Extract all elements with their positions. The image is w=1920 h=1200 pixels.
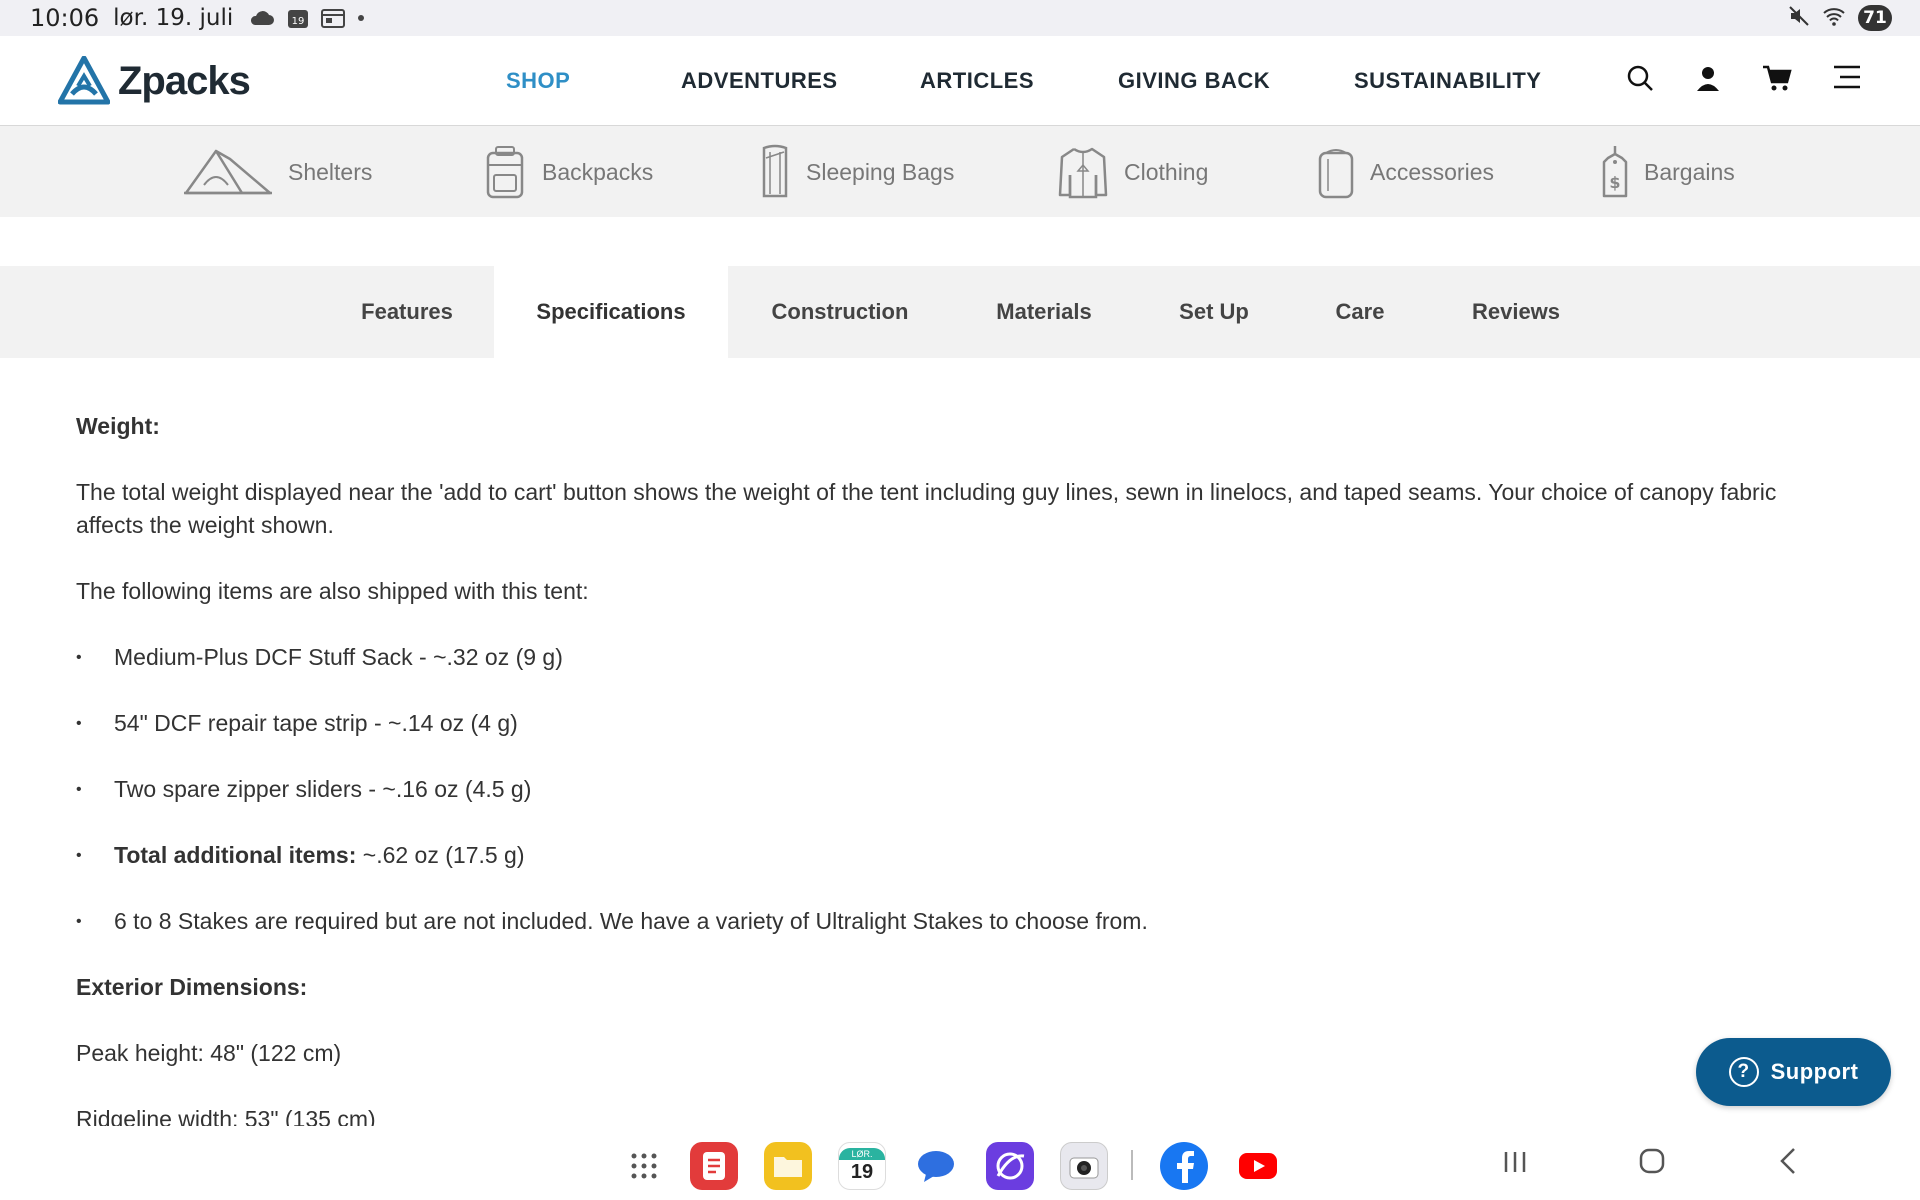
notification-dot-icon bbox=[357, 14, 365, 22]
list-item: Two spare zipper sliders - ~.16 oz (4.5 … bbox=[76, 773, 1816, 806]
jacket-icon bbox=[1058, 147, 1108, 199]
tab-reviews[interactable]: Reviews bbox=[1456, 266, 1576, 358]
taskbar-divider bbox=[1131, 1150, 1133, 1180]
tab-care[interactable]: Care bbox=[1310, 266, 1410, 358]
logo-mark-icon bbox=[58, 56, 110, 105]
android-taskbar: LØR. 19 bbox=[0, 1126, 1920, 1200]
tab-features[interactable]: Features bbox=[320, 266, 494, 358]
mute-icon bbox=[1788, 5, 1810, 31]
logo-text: Zpacks bbox=[118, 58, 251, 103]
weight-description: The total weight displayed near the 'add… bbox=[76, 479, 1777, 538]
category-label: Backpacks bbox=[542, 158, 654, 185]
notes-app-icon[interactable] bbox=[690, 1142, 738, 1190]
cart-icon[interactable] bbox=[1762, 64, 1792, 97]
calendar-day: 19 bbox=[850, 1161, 874, 1183]
support-button[interactable]: ? Support bbox=[1696, 1038, 1891, 1106]
shipped-items-list: Medium-Plus DCF Stuff Sack - ~.32 oz (9 … bbox=[76, 641, 1816, 938]
tab-specifications[interactable]: Specifications bbox=[494, 266, 728, 358]
status-time: 10:06 bbox=[30, 4, 100, 32]
exterior-dimensions-heading: Exterior Dimensions: bbox=[76, 974, 308, 1000]
category-shelters[interactable]: Shelters bbox=[182, 144, 372, 200]
ridgeline-width: Ridgeline width: 53" (135 cm) bbox=[76, 1106, 376, 1126]
calendar-month: LØR. bbox=[839, 1148, 885, 1160]
site-header: Zpacks SHOP ADVENTURES ARTICLES GIVING B… bbox=[0, 36, 1920, 126]
nav-sustainability[interactable]: SUSTAINABILITY bbox=[1354, 68, 1541, 94]
facebook-app-icon[interactable] bbox=[1160, 1142, 1208, 1190]
category-clothing[interactable]: Clothing bbox=[1056, 144, 1208, 200]
search-icon[interactable] bbox=[1626, 64, 1654, 97]
sleeping-bag-icon bbox=[762, 144, 788, 198]
peak-height: Peak height: 48" (122 cm) bbox=[76, 1040, 342, 1066]
wifi-icon bbox=[1822, 6, 1846, 30]
svg-text:$: $ bbox=[1609, 173, 1620, 192]
price-tag-icon: $ bbox=[1602, 146, 1628, 198]
category-accessories[interactable]: Accessories bbox=[1316, 144, 1494, 200]
recent-apps-icon[interactable] bbox=[1502, 1146, 1528, 1181]
total-value: ~.62 oz (17.5 g) bbox=[356, 842, 525, 868]
zpacks-logo[interactable]: Zpacks bbox=[58, 56, 251, 106]
specifications-content: Weight: The total weight displayed near … bbox=[76, 410, 1816, 1126]
account-icon[interactable] bbox=[1694, 64, 1722, 97]
total-label: Total additional items: bbox=[114, 842, 357, 868]
nav-adventures[interactable]: ADVENTURES bbox=[681, 68, 838, 94]
category-label: Shelters bbox=[288, 158, 373, 185]
calendar-app-icon[interactable]: LØR. 19 bbox=[838, 1142, 886, 1190]
backpack-icon bbox=[486, 146, 524, 199]
tent-icon bbox=[184, 149, 272, 195]
help-icon: ? bbox=[1728, 1057, 1759, 1087]
nav-shop[interactable]: SHOP bbox=[506, 68, 570, 94]
list-item: 54" DCF repair tape strip - ~.14 oz (4 g… bbox=[76, 707, 1816, 740]
list-item: 6 to 8 Stakes are required but are not i… bbox=[76, 905, 1816, 938]
tab-materials[interactable]: Materials bbox=[972, 266, 1116, 358]
category-label: Bargains bbox=[1644, 158, 1735, 185]
menu-icon[interactable] bbox=[1832, 64, 1862, 95]
calendar-widget-icon bbox=[321, 8, 346, 28]
youtube-app-icon[interactable] bbox=[1234, 1142, 1282, 1190]
status-bar: 10:06 lør. 19. juli 19 71 bbox=[0, 0, 1920, 36]
category-bar: Shelters Backpacks Sleeping Bags Clothin… bbox=[0, 126, 1920, 217]
messages-app-icon[interactable] bbox=[912, 1142, 960, 1190]
back-button-icon[interactable] bbox=[1776, 1146, 1800, 1181]
svg-text:19: 19 bbox=[292, 16, 305, 27]
category-bargains[interactable]: $ Bargains bbox=[1600, 144, 1735, 200]
weight-heading: Weight: bbox=[76, 413, 160, 439]
shipped-items-intro: The following items are also shipped wit… bbox=[76, 578, 589, 604]
home-button-icon[interactable] bbox=[1637, 1146, 1667, 1181]
category-label: Clothing bbox=[1124, 158, 1209, 185]
stuff-sack-icon bbox=[1318, 149, 1354, 199]
support-label: Support bbox=[1770, 1059, 1859, 1084]
cloud-icon bbox=[249, 9, 275, 27]
files-app-icon[interactable] bbox=[764, 1142, 812, 1190]
app-drawer-icon[interactable] bbox=[620, 1142, 668, 1190]
category-sleeping-bags[interactable]: Sleeping Bags bbox=[758, 144, 954, 200]
list-item: Medium-Plus DCF Stuff Sack - ~.32 oz (9 … bbox=[76, 641, 1816, 674]
nav-articles[interactable]: ARTICLES bbox=[920, 68, 1034, 94]
category-backpacks[interactable]: Backpacks bbox=[482, 144, 653, 200]
category-label: Sleeping Bags bbox=[806, 158, 955, 185]
tab-construction[interactable]: Construction bbox=[752, 266, 928, 358]
browser-app-icon[interactable] bbox=[986, 1142, 1034, 1190]
product-tabs: Features Specifications Construction Mat… bbox=[0, 266, 1920, 358]
battery-indicator: 71 bbox=[1858, 5, 1892, 31]
tab-set-up[interactable]: Set Up bbox=[1160, 266, 1268, 358]
category-label: Accessories bbox=[1370, 158, 1494, 185]
list-item-total: Total additional items: ~.62 oz (17.5 g) bbox=[76, 839, 1816, 872]
nav-giving-back[interactable]: GIVING BACK bbox=[1118, 68, 1270, 94]
status-date: lør. 19. juli bbox=[113, 5, 234, 31]
camera-app-icon[interactable] bbox=[1060, 1142, 1108, 1190]
calendar-notification-icon: 19 bbox=[287, 7, 309, 29]
